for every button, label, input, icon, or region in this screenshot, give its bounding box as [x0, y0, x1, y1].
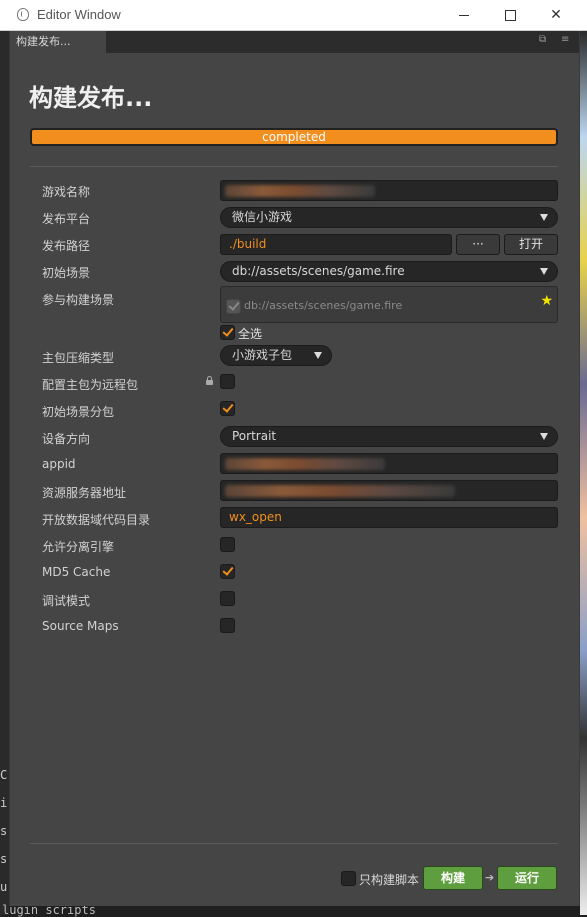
appid-input[interactable]: [220, 453, 558, 474]
md5-cache-checkbox[interactable]: [220, 564, 235, 579]
maximize-icon[interactable]: [487, 0, 533, 31]
only-script-checkbox[interactable]: [341, 871, 356, 886]
debug-mode-label: 调试模式: [42, 594, 91, 608]
open-data-dir-input[interactable]: wx_open: [220, 507, 558, 528]
start-scene-select[interactable]: db://assets/scenes/game.fire: [220, 261, 558, 282]
orientation-value: Portrait: [232, 429, 277, 443]
redacted-value: [225, 458, 385, 470]
main-compression-select[interactable]: 小游戏子包: [220, 345, 332, 366]
window-title: Editor Window: [37, 7, 121, 22]
select-all-checkbox[interactable]: [220, 325, 235, 340]
chevron-down-icon: [540, 268, 548, 275]
start-scene-subpackage-label: 初始场景分包: [42, 405, 115, 419]
platform-label: 发布平台: [42, 212, 91, 226]
open-folder-button[interactable]: 打开: [504, 234, 558, 255]
page-title: 构建发布...: [29, 84, 153, 112]
main-compression-label: 主包压缩类型: [42, 351, 115, 365]
progress-text: completed: [262, 130, 326, 144]
included-scenes-label: 参与构建场景: [42, 293, 115, 307]
background-console-text: C: [0, 768, 8, 782]
main-remote-label: 配置主包为远程包: [42, 378, 139, 392]
platform-select[interactable]: 微信小游戏: [220, 207, 558, 228]
build-path-label: 发布路径: [42, 239, 91, 253]
divider: [30, 166, 558, 167]
source-maps-checkbox[interactable]: [220, 618, 235, 633]
orientation-select[interactable]: Portrait: [220, 426, 558, 447]
background-app-left-strip: C i s s u: [0, 31, 9, 915]
build-panel: 构建发布... ⧉ ≡ 构建发布... completed 游戏名称 发布平台 …: [9, 31, 580, 906]
game-name-label: 游戏名称: [42, 185, 91, 199]
background-console-text: i: [0, 796, 8, 810]
panel-menu-icon[interactable]: ≡: [561, 35, 571, 45]
browse-button[interactable]: ···: [456, 234, 500, 255]
separate-engine-label: 允许分离引擎: [42, 540, 115, 554]
run-button[interactable]: 运行: [497, 866, 557, 890]
chevron-down-icon: [314, 352, 322, 359]
star-icon: ★: [540, 293, 553, 309]
window-titlebar: Editor Window ✕: [0, 0, 587, 31]
start-scene-label: 初始场景: [42, 266, 91, 280]
tab-bar: 构建发布... ⧉ ≡: [10, 31, 579, 53]
main-compression-value: 小游戏子包: [232, 348, 293, 362]
build-path-value: ./build: [229, 237, 267, 251]
orientation-label: 设备方向: [42, 432, 91, 446]
divider: [30, 843, 558, 844]
background-console-text: s: [0, 852, 8, 866]
scene-checkbox: [226, 299, 241, 314]
open-data-dir-value: wx_open: [229, 510, 282, 524]
start-scene-subpackage-checkbox[interactable]: [220, 401, 235, 416]
scene-list: db://assets/scenes/game.fire ★: [220, 286, 558, 323]
debug-mode-checkbox[interactable]: [220, 591, 235, 606]
background-console-text: s: [0, 824, 8, 838]
main-remote-checkbox[interactable]: [220, 374, 235, 389]
lock-icon: [206, 376, 213, 385]
open-data-dir-label: 开放数据域代码目录: [42, 513, 151, 527]
app-logo-icon: [17, 8, 29, 21]
only-script-label[interactable]: 只构建脚本: [359, 871, 419, 888]
select-all-label[interactable]: 全选: [238, 325, 262, 342]
tab-build-publish[interactable]: 构建发布...: [10, 31, 106, 53]
background-console-text: u: [0, 880, 8, 894]
close-icon[interactable]: ✕: [533, 0, 579, 31]
separate-engine-checkbox[interactable]: [220, 537, 235, 552]
chevron-down-icon: [540, 214, 548, 221]
restore-panel-icon[interactable]: ⧉: [539, 35, 549, 45]
md5-cache-label: MD5 Cache: [42, 565, 111, 579]
redacted-value: [225, 185, 375, 197]
start-scene-value: db://assets/scenes/game.fire: [232, 264, 405, 278]
build-progress-bar: completed: [30, 128, 558, 146]
build-button[interactable]: 构建: [423, 866, 483, 890]
minimize-icon[interactable]: [441, 0, 487, 31]
redacted-value: [225, 485, 455, 497]
game-name-input[interactable]: [220, 180, 558, 201]
remote-server-label: 资源服务器地址: [42, 486, 127, 500]
background-app-right-strip: [580, 31, 587, 915]
platform-value: 微信小游戏: [232, 210, 293, 224]
chevron-down-icon: [540, 433, 548, 440]
appid-label: appid: [42, 457, 76, 471]
remote-server-input[interactable]: [220, 480, 558, 501]
scene-path: db://assets/scenes/game.fire: [244, 299, 403, 312]
source-maps-label: Source Maps: [42, 619, 119, 633]
arrow-right-icon: ➔: [485, 871, 495, 884]
build-path-input[interactable]: ./build: [220, 234, 452, 255]
